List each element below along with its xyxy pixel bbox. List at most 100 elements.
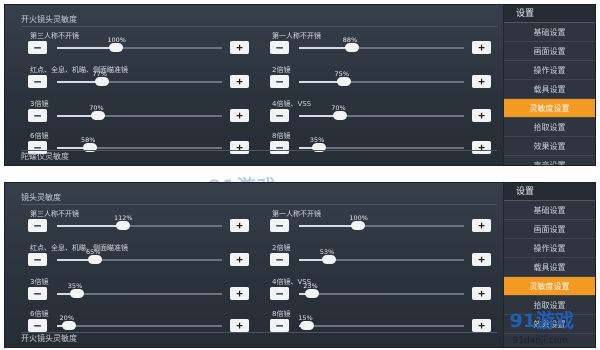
sensitivity-slider[interactable]: 100%: [57, 36, 222, 52]
sensitivity-slider[interactable]: 23%: [299, 282, 464, 298]
section-divider: [21, 204, 497, 205]
slider-thumb[interactable]: [69, 289, 84, 298]
increase-button[interactable]: +: [230, 319, 249, 332]
settings-tab-menu: 设置 基础设置画面设置操作设置载具设置灵敏度设置拾取设置效果设置声音设置按键设置: [503, 5, 595, 165]
sensitivity-panel-top: 开火镜头灵敏度 第三人称不开镜 —100% + 第一人称不开镜 —88% + 红点、全息、机…: [4, 4, 596, 166]
sensitivity-row: 第三人称不开镜 — 112% +: [25, 209, 255, 239]
settings-tab[interactable]: 灵敏度设置: [504, 99, 595, 118]
sensitivity-slider[interactable]: 20%: [57, 314, 222, 330]
sensitivity-slider[interactable]: 77%: [57, 70, 222, 86]
next-section-header: 开火镜头灵敏度: [21, 334, 77, 343]
settings-tab[interactable]: 效果设置: [504, 137, 595, 156]
decrease-button[interactable]: —: [270, 41, 289, 54]
plus-icon: +: [478, 75, 485, 88]
sensitivity-row: 2倍镜 — 75% +: [267, 65, 497, 95]
sensitivity-slider[interactable]: 70%: [57, 104, 222, 120]
decrease-button[interactable]: —: [270, 141, 289, 154]
settings-tab[interactable]: 操作设置: [504, 61, 595, 80]
increase-button[interactable]: +: [472, 319, 491, 332]
sensitivity-slider[interactable]: 53%: [299, 248, 464, 264]
sensitivity-slider[interactable]: 75%: [299, 70, 464, 86]
decrease-button[interactable]: —: [270, 219, 289, 232]
slider-label: 2倍镜: [272, 66, 291, 74]
settings-tab[interactable]: 画面设置: [504, 42, 595, 61]
slider-thumb[interactable]: [94, 77, 109, 86]
minus-icon: —: [276, 219, 283, 232]
slider-thumb[interactable]: [61, 321, 76, 330]
slider-thumb[interactable]: [351, 221, 366, 230]
slider-thumb[interactable]: [344, 43, 359, 52]
increase-button[interactable]: +: [472, 287, 491, 300]
increase-button[interactable]: +: [230, 141, 249, 154]
increase-button[interactable]: +: [472, 141, 491, 154]
slider-label: 第一人称不开镜: [272, 210, 321, 218]
slider-thumb[interactable]: [91, 111, 106, 120]
slider-thumb[interactable]: [116, 221, 130, 230]
settings-tab[interactable]: 基础设置: [504, 201, 595, 220]
slider-thumb[interactable]: [109, 43, 124, 52]
sensitivity-slider[interactable]: 35%: [57, 282, 222, 298]
slider-thumb[interactable]: [336, 77, 351, 86]
increase-button[interactable]: +: [230, 109, 249, 122]
decrease-button[interactable]: —: [270, 287, 289, 300]
sensitivity-row: 8倍镜 — 15% +: [267, 309, 497, 339]
settings-tab[interactable]: 载具设置: [504, 80, 595, 99]
plus-icon: +: [236, 141, 243, 154]
slider-thumb[interactable]: [305, 289, 320, 298]
increase-button[interactable]: +: [230, 287, 249, 300]
increase-button[interactable]: +: [472, 75, 491, 88]
increase-button[interactable]: +: [472, 253, 491, 266]
minus-icon: —: [34, 41, 41, 54]
minus-icon: —: [276, 141, 283, 154]
settings-tab[interactable]: 声音设置: [504, 156, 595, 165]
sensitivity-slider[interactable]: 88%: [299, 36, 464, 52]
increase-button[interactable]: +: [230, 41, 249, 54]
decrease-button[interactable]: —: [270, 319, 289, 332]
decrease-button[interactable]: —: [28, 219, 47, 232]
sensitivity-slider[interactable]: 112%: [57, 214, 222, 230]
decrease-button[interactable]: —: [28, 109, 47, 122]
decrease-button[interactable]: —: [270, 253, 289, 266]
sensitivity-row: 红点、全息、机瞄、侧面瞄准镜 — 65% +: [25, 243, 255, 273]
sensitivity-slider[interactable]: 100%: [299, 214, 464, 230]
settings-tab[interactable]: 画面设置: [504, 220, 595, 239]
decrease-button[interactable]: —: [28, 41, 47, 54]
slider-label: 6倍镜: [30, 132, 49, 140]
slider-thumb[interactable]: [321, 255, 336, 264]
settings-tab[interactable]: 基础设置: [504, 23, 595, 42]
decrease-button[interactable]: —: [28, 75, 47, 88]
slider-thumb[interactable]: [87, 255, 102, 264]
slider-thumb[interactable]: [333, 111, 348, 120]
slider-label: 4倍镜、VSS: [272, 100, 312, 108]
plus-icon: +: [236, 287, 243, 300]
minus-icon: —: [34, 109, 41, 122]
slider-label: 2倍镜: [272, 244, 291, 252]
increase-button[interactable]: +: [230, 219, 249, 232]
sensitivity-slider[interactable]: 15%: [298, 314, 464, 330]
decrease-button[interactable]: —: [28, 287, 47, 300]
increase-button[interactable]: +: [230, 75, 249, 88]
sensitivity-slider[interactable]: 65%: [57, 248, 222, 264]
sensitivity-slider[interactable]: 58%: [57, 136, 222, 152]
slider-thumb[interactable]: [300, 321, 315, 330]
sensitivity-slider[interactable]: 70%: [299, 104, 464, 120]
increase-button[interactable]: +: [230, 253, 249, 266]
sensitivity-panel-bottom: 镜头灵敏度 第三人称不开镜 —112% + 第一人称不开镜 —100% + 红点、全息、机瞄…: [4, 182, 596, 348]
decrease-button[interactable]: —: [28, 319, 47, 332]
settings-tab[interactable]: 拾取设置: [504, 118, 595, 137]
decrease-button[interactable]: —: [270, 109, 289, 122]
decrease-button[interactable]: —: [270, 75, 289, 88]
sensitivity-row: 第三人称不开镜 — 100% +: [25, 31, 255, 61]
section-divider: [21, 26, 497, 27]
slider-label: 8倍镜: [272, 310, 291, 318]
increase-button[interactable]: +: [472, 41, 491, 54]
settings-tab[interactable]: 载具设置: [504, 258, 595, 277]
settings-tab[interactable]: 操作设置: [504, 239, 595, 258]
sensitivity-slider[interactable]: 35%: [299, 136, 464, 152]
increase-button[interactable]: +: [472, 219, 491, 232]
slider-fill: [299, 47, 352, 49]
decrease-button[interactable]: —: [28, 253, 47, 266]
settings-tab[interactable]: 灵敏度设置: [504, 277, 595, 296]
increase-button[interactable]: +: [472, 109, 491, 122]
sensitivity-row: 4倍镜、VSS — 70% +: [267, 99, 497, 129]
